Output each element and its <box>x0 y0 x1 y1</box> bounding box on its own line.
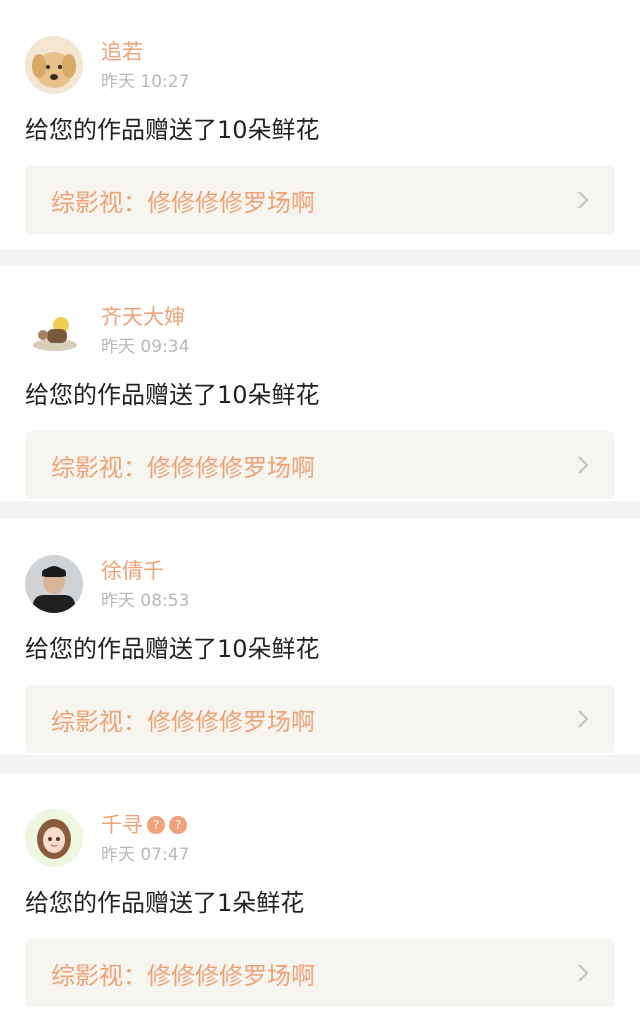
notification-message: 给您的作品赠送了1朵鲜花 <box>25 889 305 917</box>
username[interactable]: 齐天大婶 <box>101 304 189 330</box>
notification-message: 给您的作品赠送了10朵鲜花 <box>25 381 320 409</box>
chevron-right-icon <box>578 456 589 474</box>
timestamp: 昨天 07:47 <box>101 845 190 865</box>
man-portrait-avatar-icon <box>25 555 83 613</box>
timestamp: 昨天 09:34 <box>101 337 190 357</box>
badge-icon: ? <box>147 816 165 834</box>
work-link[interactable]: 综影视：修修修修罗场啊 <box>25 939 615 1007</box>
work-title: 综影视：修修修修罗场啊 <box>51 961 315 990</box>
cartoon-figure-avatar-icon <box>25 301 83 359</box>
work-link[interactable]: 综影视：修修修修罗场啊 <box>25 431 615 499</box>
notification-card[interactable]: 追若 昨天 10:27 给您的作品赠送了10朵鲜花 综影视：修修修修罗场啊 <box>0 0 640 249</box>
card-header: 徐倩千 昨天 08:53 <box>25 555 615 615</box>
badge-icon: ? <box>169 816 187 834</box>
card-header: 齐天大婶 昨天 09:34 <box>25 301 615 361</box>
timestamp: 昨天 10:27 <box>101 72 190 92</box>
avatar[interactable] <box>25 555 83 613</box>
dog-avatar-icon <box>25 36 83 94</box>
username[interactable]: 追若 <box>101 39 189 65</box>
timestamp: 昨天 08:53 <box>101 591 190 611</box>
card-header: 追若 昨天 10:27 <box>25 36 615 96</box>
anime-girl-avatar-icon <box>25 809 83 867</box>
chevron-right-icon <box>578 964 589 982</box>
notification-card[interactable]: 齐天大婶 昨天 09:34 给您的作品赠送了10朵鲜花 综影视：修修修修罗场啊 <box>0 265 640 501</box>
chevron-right-icon <box>578 710 589 728</box>
notification-card[interactable]: 千寻 ? ? 昨天 07:47 给您的作品赠送了1朵鲜花 综影视：修修修修罗场啊 <box>0 773 640 1009</box>
work-link[interactable]: 综影视：修修修修罗场啊 <box>25 166 615 234</box>
username[interactable]: 千寻 ? ? <box>101 812 189 838</box>
card-header: 千寻 ? ? 昨天 07:47 <box>25 809 615 869</box>
avatar[interactable] <box>25 301 83 359</box>
notification-message: 给您的作品赠送了10朵鲜花 <box>25 635 320 663</box>
username[interactable]: 徐倩千 <box>101 558 189 584</box>
notification-card[interactable]: 徐倩千 昨天 08:53 给您的作品赠送了10朵鲜花 综影视：修修修修罗场啊 <box>0 519 640 755</box>
chevron-right-icon <box>578 191 589 209</box>
work-title: 综影视：修修修修罗场啊 <box>51 188 315 217</box>
work-title: 综影视：修修修修罗场啊 <box>51 707 315 736</box>
notification-feed: 追若 昨天 10:27 给您的作品赠送了10朵鲜花 综影视：修修修修罗场啊 齐天… <box>0 0 640 1009</box>
work-link[interactable]: 综影视：修修修修罗场啊 <box>25 685 615 753</box>
work-title: 综影视：修修修修罗场啊 <box>51 453 315 482</box>
avatar[interactable] <box>25 809 83 867</box>
avatar[interactable] <box>25 36 83 94</box>
notification-message: 给您的作品赠送了10朵鲜花 <box>25 116 320 144</box>
